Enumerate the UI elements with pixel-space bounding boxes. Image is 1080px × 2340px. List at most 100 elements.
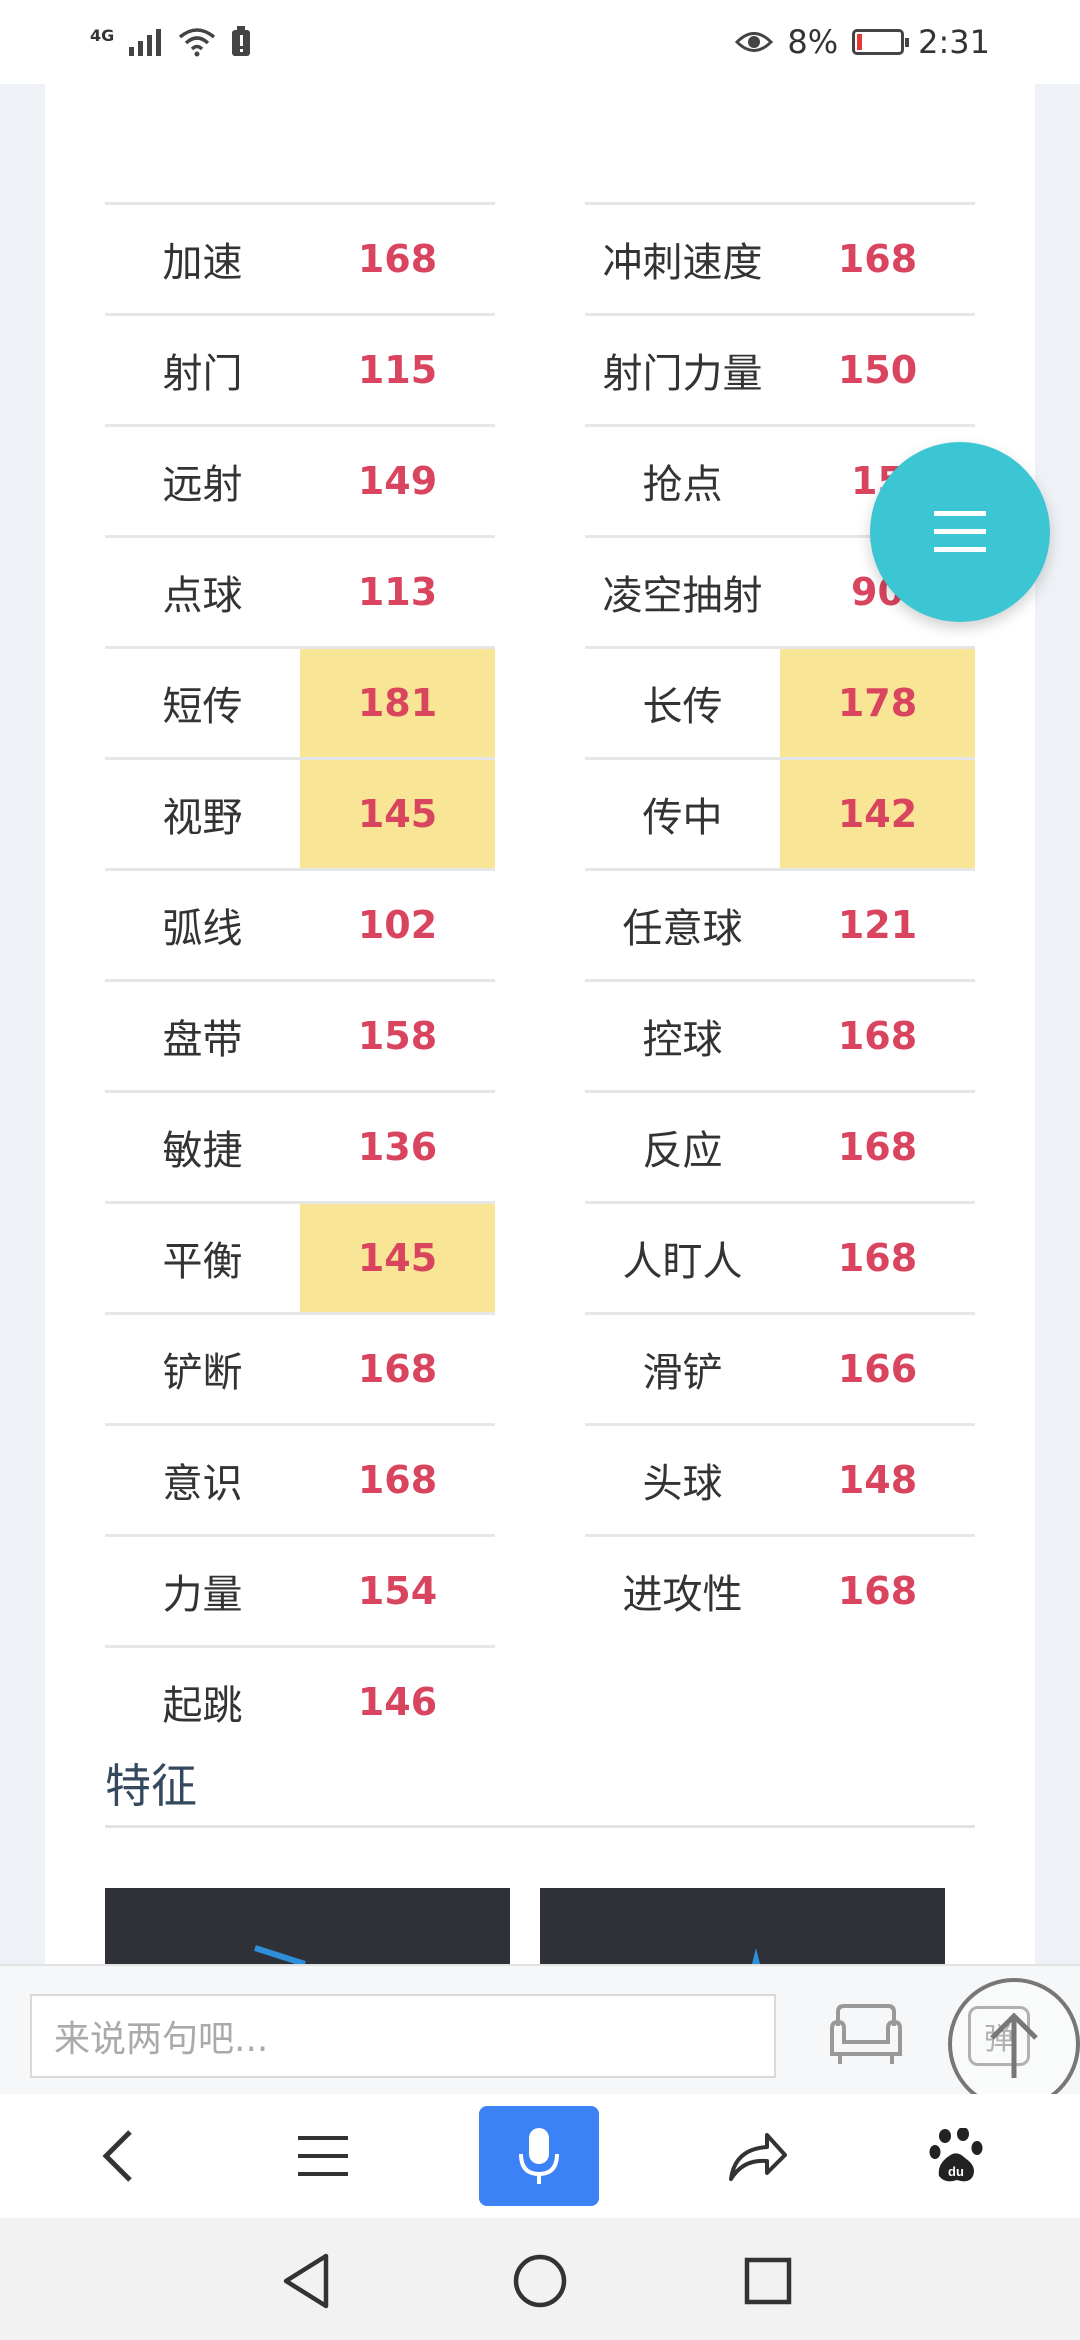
stat-name: 视野 <box>162 795 243 841</box>
stat-row: 控球 168 <box>585 979 975 1090</box>
status-bar: 4G 8% 2:31 <box>0 0 1080 84</box>
stat-value: 181 <box>300 649 495 757</box>
signal-icon <box>129 29 162 56</box>
stat-name: 起跳 <box>162 1683 243 1729</box>
stat-name: 进攻性 <box>622 1572 743 1618</box>
stat-value: 115 <box>357 348 438 392</box>
stat-row: 力量 154 <box>105 1534 495 1645</box>
microphone-icon <box>519 2128 559 2184</box>
stat-value: 136 <box>357 1125 438 1169</box>
stat-value: 121 <box>837 903 918 947</box>
stat-name: 人盯人 <box>622 1239 743 1285</box>
stat-name: 铲断 <box>162 1350 243 1396</box>
baidu-home-button[interactable]: du <box>897 2106 1017 2206</box>
baidu-paw-icon: du <box>929 2128 983 2182</box>
stat-name: 意识 <box>162 1461 243 1507</box>
eye-comfort-icon <box>735 32 774 52</box>
stat-name: 敏捷 <box>162 1128 243 1174</box>
svg-text:du: du <box>948 2164 964 2179</box>
comment-placeholder: 来说两句吧... <box>54 2019 269 2060</box>
stat-row: 远射 149 <box>105 424 495 535</box>
stat-row: 滑铲 166 <box>585 1312 975 1423</box>
stat-name: 传中 <box>642 795 723 841</box>
stat-value: 168 <box>357 237 438 281</box>
comment-input[interactable]: 来说两句吧... <box>30 1994 776 2078</box>
menu-button[interactable] <box>263 2106 383 2206</box>
stat-value: 102 <box>357 903 438 947</box>
browser-toolbar: du <box>0 2094 1080 2218</box>
stat-value: 113 <box>357 570 438 614</box>
voice-search-button[interactable] <box>479 2106 599 2206</box>
stat-name: 平衡 <box>162 1239 243 1285</box>
stat-name: 短传 <box>162 684 243 730</box>
stat-value: 168 <box>837 1569 918 1613</box>
battery-icon <box>852 29 910 55</box>
stat-value: 149 <box>357 459 438 503</box>
stat-value: 166 <box>837 1347 918 1391</box>
back-icon <box>102 2130 132 2182</box>
stat-row: 铲断 168 <box>105 1312 495 1423</box>
stat-value: 145 <box>300 1204 495 1312</box>
floating-menu-button[interactable] <box>870 442 1050 622</box>
stat-row: 射门 115 <box>105 313 495 424</box>
stat-row: 反应 168 <box>585 1090 975 1201</box>
stat-row: 传中 142 <box>585 757 975 868</box>
stat-name: 盘带 <box>162 1017 243 1063</box>
stat-name: 凌空抽射 <box>602 573 763 619</box>
feature-card[interactable] <box>105 1888 510 1964</box>
stat-row: 任意球 121 <box>585 868 975 979</box>
stats-column-left: 加速 168 射门 115 远射 149 点球 113 短传 181 视野 145 弧线 102 盘带 158… <box>105 202 495 1756</box>
stat-row: 短传 181 <box>105 646 495 757</box>
stat-name: 加速 <box>162 240 243 286</box>
back-button[interactable] <box>58 2106 178 2206</box>
stat-row: 弧线 102 <box>105 868 495 979</box>
battery-percent: 8% <box>787 23 839 61</box>
nav-recents-button[interactable] <box>733 2246 803 2316</box>
sofa-icon[interactable] <box>828 2002 904 2068</box>
stat-row: 人盯人 168 <box>585 1201 975 1312</box>
stat-row: 点球 113 <box>105 535 495 646</box>
stat-name: 射门力量 <box>602 351 763 397</box>
stat-name: 控球 <box>642 1017 723 1063</box>
stat-row: 长传 178 <box>585 646 975 757</box>
stat-row: 敏捷 136 <box>105 1090 495 1201</box>
stat-row: 起跳 146 <box>105 1645 495 1756</box>
nav-home-button[interactable] <box>505 2246 575 2316</box>
stat-row: 冲刺速度 168 <box>585 202 975 313</box>
stat-row: 进攻性 168 <box>585 1534 975 1645</box>
stat-value: 168 <box>357 1458 438 1502</box>
stat-name: 力量 <box>162 1572 243 1618</box>
stat-value: 168 <box>837 237 918 281</box>
nav-home-icon <box>513 2254 567 2308</box>
stat-value: 168 <box>837 1014 918 1058</box>
stat-name: 长传 <box>642 684 723 730</box>
feature-card[interactable] <box>540 1888 945 1964</box>
comment-bar: 来说两句吧... 弹 <box>0 1964 1080 2110</box>
clock: 2:31 <box>918 23 990 61</box>
stat-row: 平衡 145 <box>105 1201 495 1312</box>
nav-back-button[interactable] <box>272 2246 342 2316</box>
feature-graphic-icon <box>254 1945 306 1964</box>
share-button[interactable] <box>697 2106 817 2206</box>
stat-value: 168 <box>357 1347 438 1391</box>
sim-alert-icon <box>232 26 251 56</box>
stat-row: 盘带 158 <box>105 979 495 1090</box>
share-icon <box>729 2133 787 2181</box>
stat-row: 意识 168 <box>105 1423 495 1534</box>
scroll-to-top-button[interactable] <box>948 1978 1080 2110</box>
stat-name: 冲刺速度 <box>602 240 763 286</box>
stat-name: 弧线 <box>162 906 243 952</box>
stat-row: 射门力量 150 <box>585 313 975 424</box>
stat-name: 点球 <box>162 573 243 619</box>
nav-back-icon <box>283 2253 329 2309</box>
nav-recents-icon <box>744 2257 792 2305</box>
stat-row: 加速 168 <box>105 202 495 313</box>
stat-name: 头球 <box>642 1461 723 1507</box>
section-divider <box>105 1825 975 1828</box>
stat-value: 158 <box>357 1014 438 1058</box>
stat-name: 射门 <box>162 351 243 397</box>
status-right: 8% 2:31 <box>735 23 990 61</box>
player-stats-card: 加速 168 射门 115 远射 149 点球 113 短传 181 视野 145 弧线 102 盘带 158… <box>45 84 1035 1964</box>
stat-value: 145 <box>300 760 495 868</box>
menu-icon <box>298 2136 348 2176</box>
